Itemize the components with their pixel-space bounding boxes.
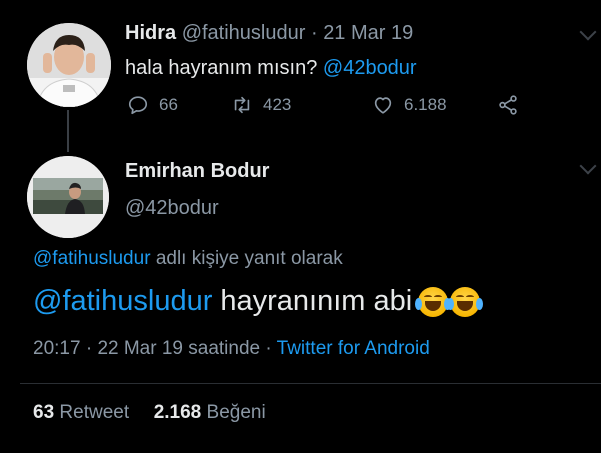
divider [20, 383, 601, 384]
reply-icon [128, 96, 148, 115]
parent-tweet-mention[interactable]: @42bodur [323, 57, 417, 79]
retweets-stat[interactable]: 63 Retweet [33, 402, 134, 423]
emoji-group [415, 286, 484, 317]
retweet-icon [234, 96, 250, 114]
author-handle[interactable]: @42bodur [125, 197, 219, 220]
likes-label: Beğeni [206, 402, 266, 423]
likes-stat[interactable]: 2.168 Beğeni [154, 402, 266, 423]
main-tweet-body: hayranınım abi [220, 285, 413, 317]
meta-separator: · [85, 338, 93, 359]
reply-count: 66 [159, 95, 178, 114]
parent-author-handle[interactable]: @fatihusludur [182, 22, 306, 44]
parent-tweet-header: Hidra @fatihusludur · 21 Mar 19 [125, 22, 413, 45]
emirhan-avatar[interactable] [27, 156, 109, 238]
avatar-photo [27, 23, 111, 107]
chevron-down-icon[interactable] [579, 157, 597, 175]
hidra-avatar[interactable] [27, 23, 111, 107]
retweet-button[interactable]: 423 [231, 94, 291, 116]
avatar-photo [27, 156, 109, 238]
tweet-stats: 63 Retweet 2.168 Beğeni [33, 402, 266, 424]
heart-icon [374, 97, 392, 114]
tweet-source-link[interactable]: Twitter for Android [277, 338, 430, 359]
tweet-time[interactable]: 20:17 [33, 338, 81, 359]
parent-tweet-date[interactable]: 21 Mar 19 [323, 22, 413, 44]
tears-of-joy-emoji-icon [447, 286, 484, 317]
chevron-down-icon[interactable] [579, 23, 597, 41]
share-icon [499, 95, 517, 115]
reply-context: @fatihusludur adlı kişiye yanıt olarak [33, 248, 343, 270]
tweet-meta: 20:17 · 22 Mar 19 saatinde · Twitter for… [33, 338, 430, 360]
tears-of-joy-emoji-icon [415, 286, 452, 317]
header-separator: · [310, 22, 318, 44]
like-count: 6.188 [404, 95, 447, 114]
retweets-count: 63 [33, 402, 55, 423]
retweets-label: Retweet [59, 402, 130, 423]
parent-author-name[interactable]: Hidra [125, 22, 176, 44]
tweet-date[interactable]: 22 Mar 19 saatinde [97, 338, 260, 359]
tweet-thread: Hidra @fatihusludur · 21 Mar 19 hala hay… [0, 0, 601, 453]
parent-tweet-actions: 66 423 6.188 [127, 94, 527, 120]
parent-tweet-body: hala hayranım mısın? [125, 57, 318, 79]
like-button[interactable]: 6.188 [372, 94, 447, 116]
share-button[interactable] [497, 94, 519, 116]
retweet-count: 423 [263, 95, 292, 114]
main-tweet-text: @fatihusludur hayranınım abi [33, 285, 484, 318]
reply-to-mention[interactable]: @fatihusludur [33, 248, 151, 269]
author-name[interactable]: Emirhan Bodur [125, 160, 269, 183]
likes-count: 2.168 [153, 402, 202, 423]
reply-to-label: adlı kişiye yanıt olarak [155, 248, 343, 269]
thread-connector-line [67, 110, 69, 152]
main-tweet-mention[interactable]: @fatihusludur [33, 285, 212, 318]
meta-separator: · [265, 338, 272, 359]
reply-button[interactable]: 66 [127, 94, 178, 116]
parent-tweet-text: hala hayranım mısın? @42bodur [125, 57, 417, 80]
